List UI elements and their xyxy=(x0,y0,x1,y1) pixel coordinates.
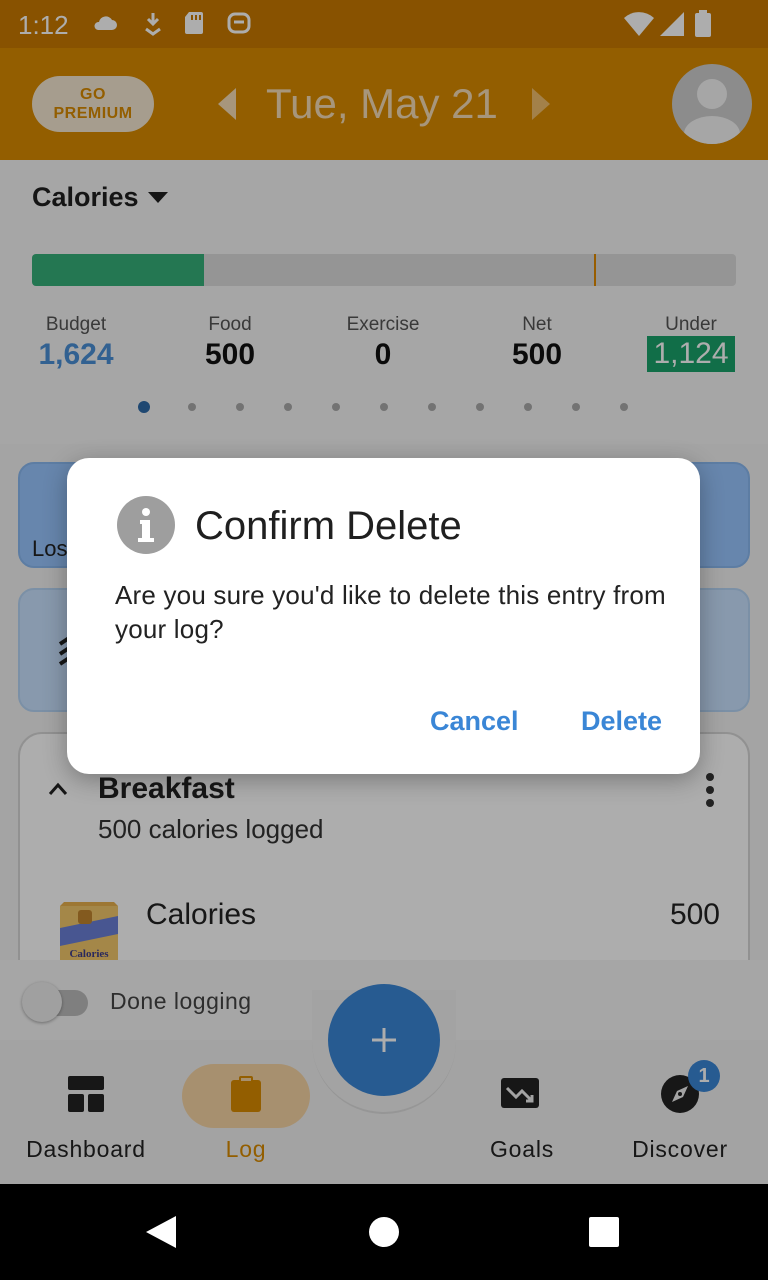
info-icon xyxy=(117,496,175,554)
delete-button[interactable]: Delete xyxy=(581,706,662,737)
recents-icon[interactable] xyxy=(588,1216,620,1248)
dialog-title: Confirm Delete xyxy=(195,504,462,548)
back-icon[interactable] xyxy=(144,1214,178,1250)
cancel-button[interactable]: Cancel xyxy=(430,706,519,737)
dialog-message: Are you sure you'd like to delete this e… xyxy=(115,580,666,644)
system-nav-bar xyxy=(0,1184,768,1280)
confirm-delete-dialog: Confirm Delete Are you sure you'd like t… xyxy=(67,458,700,774)
home-icon[interactable] xyxy=(368,1216,400,1248)
